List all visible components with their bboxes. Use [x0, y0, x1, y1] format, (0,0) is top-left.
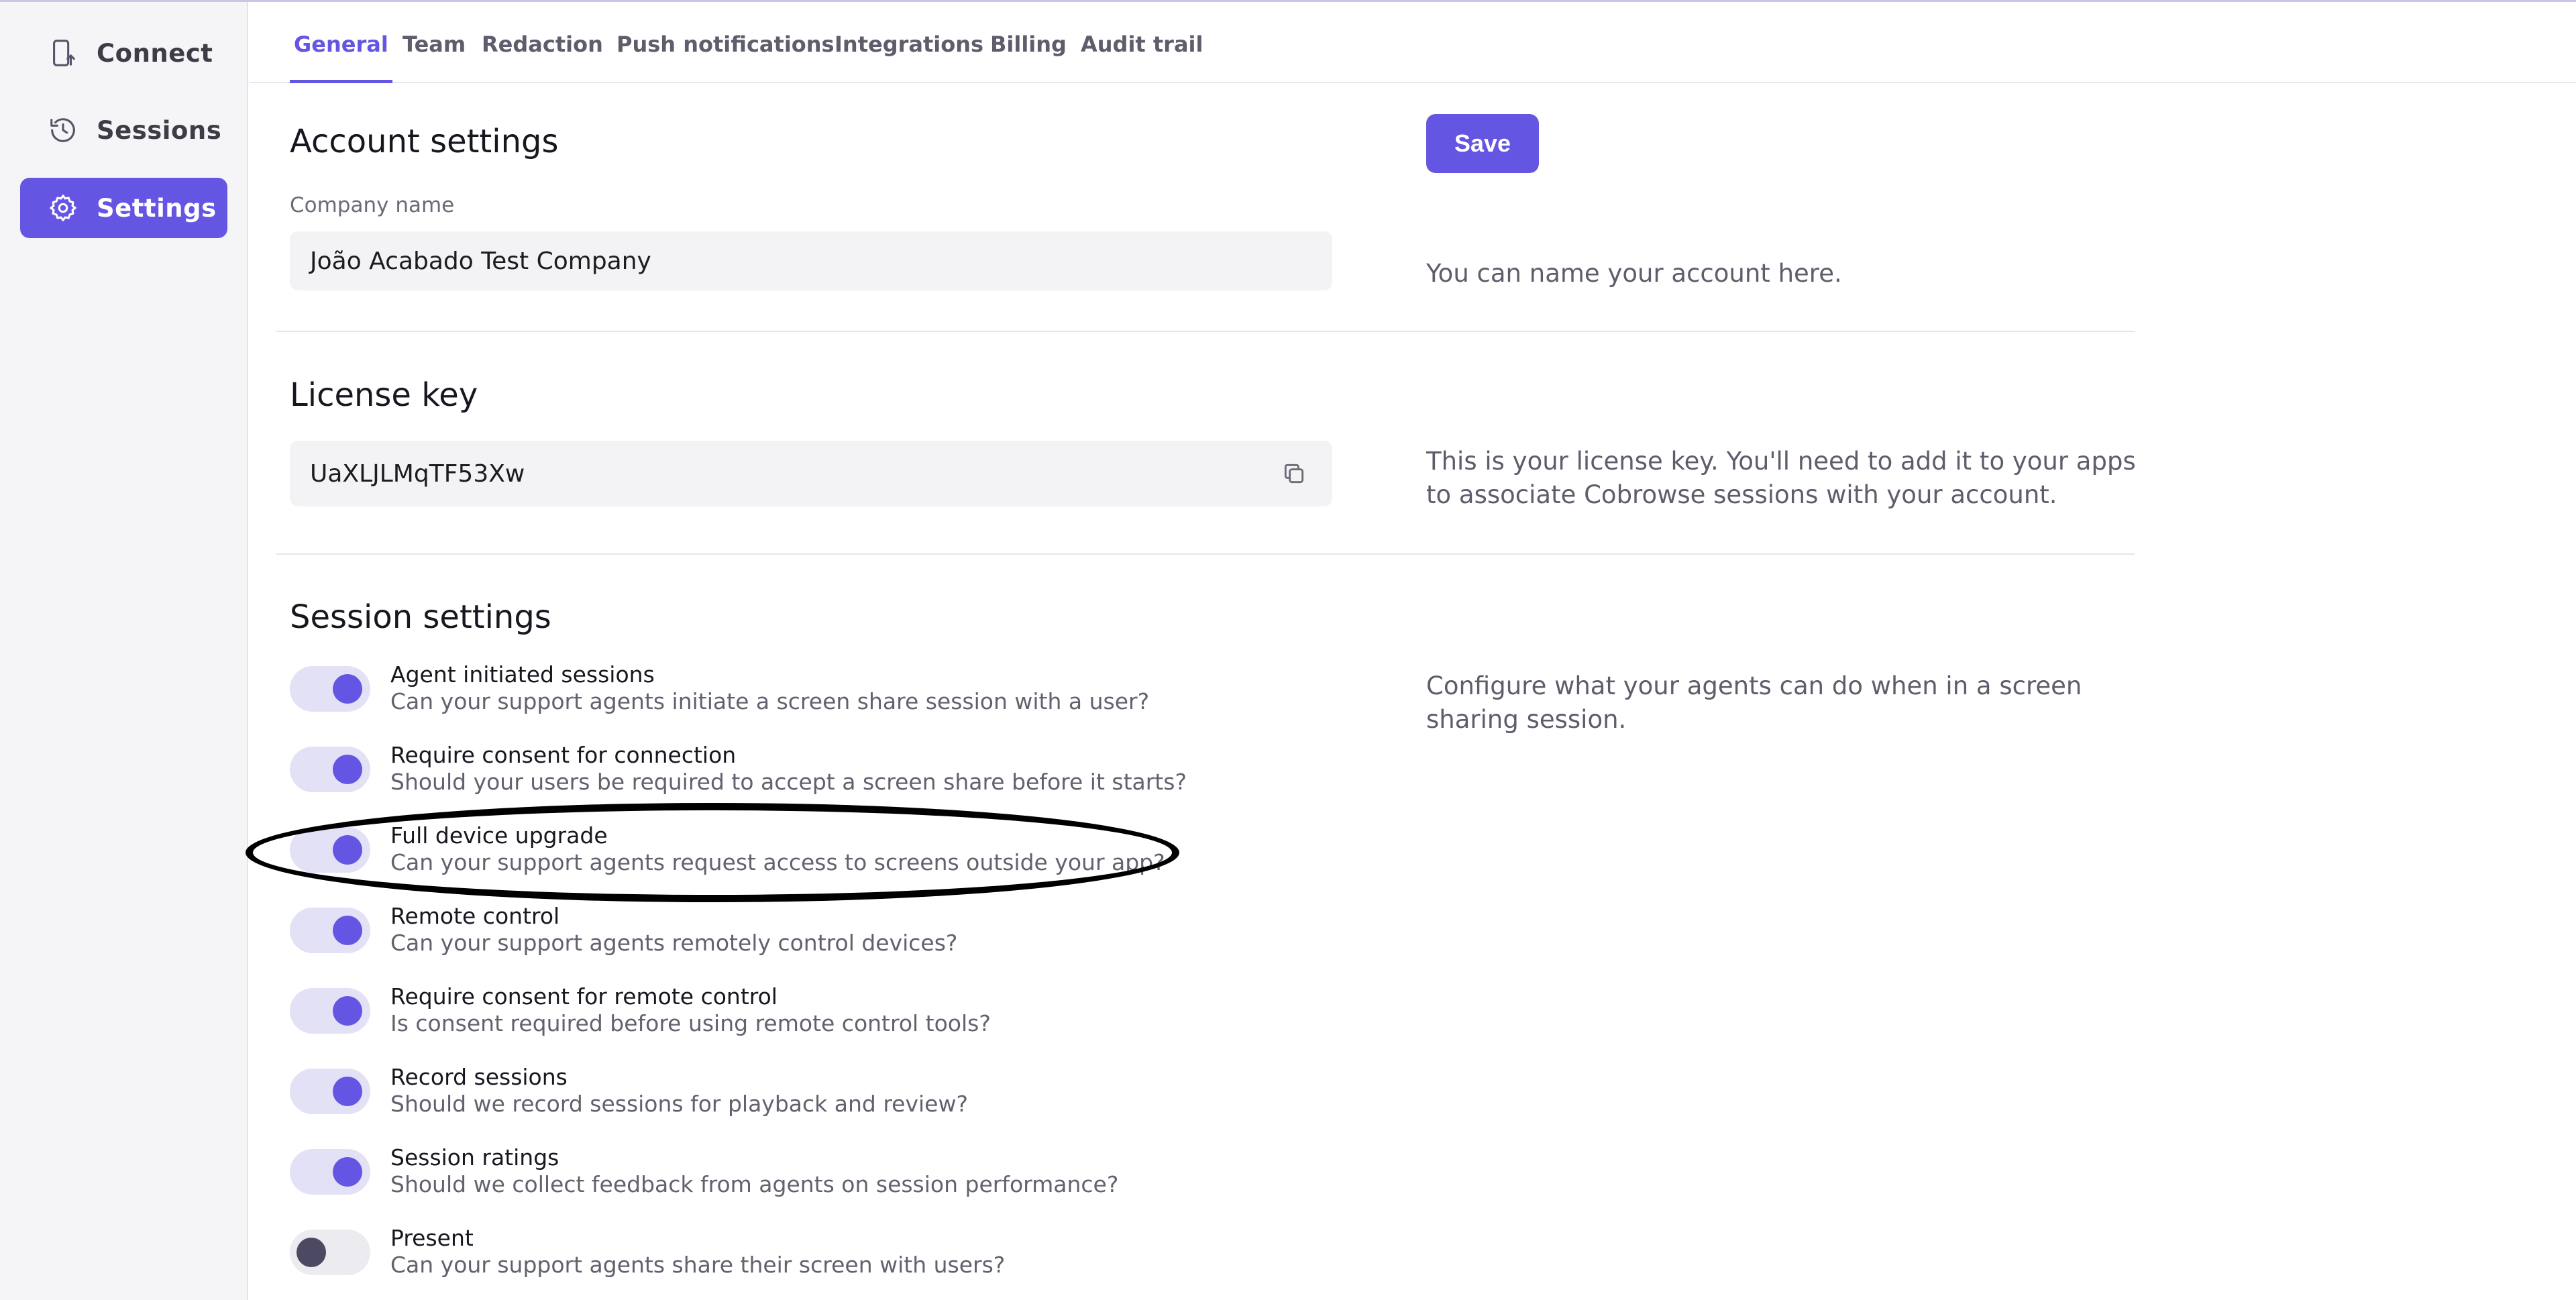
section-divider: [276, 553, 2135, 555]
history-icon: [47, 114, 79, 146]
sidebar-item-connect[interactable]: Connect: [20, 23, 227, 83]
setting-present: Present Can your support agents share th…: [290, 1225, 1296, 1292]
tab-redaction[interactable]: Redaction: [478, 32, 607, 83]
tab-billing[interactable]: Billing: [986, 32, 1071, 83]
toggle-description: Can your support agents share their scre…: [390, 1252, 1006, 1278]
license-key-value: UaXLJLMqTF53Xw: [310, 459, 525, 488]
toggle-knob: [333, 674, 362, 704]
session-settings-title: Session settings: [290, 598, 551, 636]
setting-record-sessions: Record sessions Should we record session…: [290, 1064, 1296, 1131]
tab-general[interactable]: General: [290, 32, 392, 83]
setting-full-device-upgrade: Full device upgrade Can your support age…: [290, 822, 1296, 889]
account-settings-title: Account settings: [290, 123, 559, 160]
toggle-title: Require consent for connection: [390, 742, 737, 768]
toggle-description: Should we record sessions for playback a…: [390, 1091, 968, 1117]
toggle-title: Agent initiated sessions: [390, 661, 655, 688]
session-ratings-toggle[interactable]: [290, 1149, 370, 1195]
license-help-line: This is your license key. You'll need to…: [1426, 447, 2136, 476]
toggle-knob: [333, 996, 362, 1026]
setting-require-consent-connection: Require consent for connection Should yo…: [290, 742, 1296, 809]
toggle-knob: [333, 916, 362, 945]
require-consent-connection-toggle[interactable]: [290, 747, 370, 792]
sidebar-item-label: Settings: [97, 193, 217, 223]
toggle-title: Full device upgrade: [390, 822, 608, 849]
sidebar-item-label: Sessions: [97, 115, 222, 145]
sidebar-item-settings[interactable]: Settings: [20, 178, 227, 238]
sidebar-item-sessions[interactable]: Sessions: [20, 100, 227, 160]
toggle-description: Should we collect feedback from agents o…: [390, 1171, 1119, 1197]
license-key-title: License key: [290, 376, 478, 414]
agent-initiated-sessions-toggle[interactable]: [290, 666, 370, 712]
gear-icon: [47, 192, 79, 224]
tab-team[interactable]: Team: [398, 32, 470, 83]
account-help-text: You can name your account here.: [1426, 259, 1842, 288]
toggle-knob: [297, 1238, 326, 1267]
toggle-title: Present: [390, 1225, 474, 1251]
setting-agent-initiated-sessions: Agent initiated sessions Can your suppor…: [290, 661, 1296, 728]
tab-push-notifications[interactable]: Push notifications: [612, 32, 839, 83]
toggle-title: Record sessions: [390, 1064, 568, 1090]
session-help-line: Configure what your agents can do when i…: [1426, 671, 2082, 700]
setting-session-ratings: Session ratings Should we collect feedba…: [290, 1144, 1296, 1211]
toggle-knob: [333, 1077, 362, 1106]
session-help-text: Configure what your agents can do when i…: [1426, 669, 2144, 737]
session-help-line: sharing session.: [1426, 705, 1627, 734]
remote-control-toggle[interactable]: [290, 908, 370, 953]
require-consent-remote-control-toggle[interactable]: [290, 988, 370, 1034]
setting-remote-control: Remote control Can your support agents r…: [290, 903, 1296, 970]
setting-require-consent-remote-control: Require consent for remote control Is co…: [290, 983, 1296, 1050]
company-name-input[interactable]: João Acabado Test Company: [290, 231, 1332, 290]
toggle-description: Should your users be required to accept …: [390, 769, 1187, 795]
toggle-knob: [333, 755, 362, 784]
record-sessions-toggle[interactable]: [290, 1069, 370, 1114]
license-help-line: to associate Cobrowse sessions with your…: [1426, 480, 2057, 509]
toggle-title: Require consent for remote control: [390, 983, 777, 1010]
sidebar: Connect Sessions Settings: [0, 2, 248, 1300]
sidebar-item-label: Connect: [97, 38, 213, 68]
license-key-field: UaXLJLMqTF53Xw: [290, 441, 1332, 506]
toggle-knob: [333, 835, 362, 865]
toggle-title: Remote control: [390, 903, 560, 929]
tab-integrations[interactable]: Integrations: [830, 32, 987, 83]
settings-tabs: General Team Redaction Push notification…: [250, 2, 2576, 83]
phone-upload-icon: [47, 37, 79, 69]
toggle-description: Can your support agents request access t…: [390, 849, 1165, 875]
license-help-text: This is your license key. You'll need to…: [1426, 445, 2144, 512]
copy-icon[interactable]: [1281, 461, 1307, 486]
toggle-knob: [333, 1157, 362, 1187]
company-name-label: Company name: [290, 193, 455, 217]
tab-audit-trail[interactable]: Audit trail: [1077, 32, 1207, 83]
save-button[interactable]: Save: [1426, 114, 1539, 173]
toggle-title: Session ratings: [390, 1144, 559, 1171]
toggle-description: Is consent required before using remote …: [390, 1010, 991, 1036]
full-device-upgrade-toggle[interactable]: [290, 827, 370, 873]
section-divider: [276, 331, 2135, 332]
toggle-description: Can your support agents remotely control…: [390, 930, 958, 956]
toggle-description: Can your support agents initiate a scree…: [390, 688, 1150, 714]
present-toggle[interactable]: [290, 1230, 370, 1275]
